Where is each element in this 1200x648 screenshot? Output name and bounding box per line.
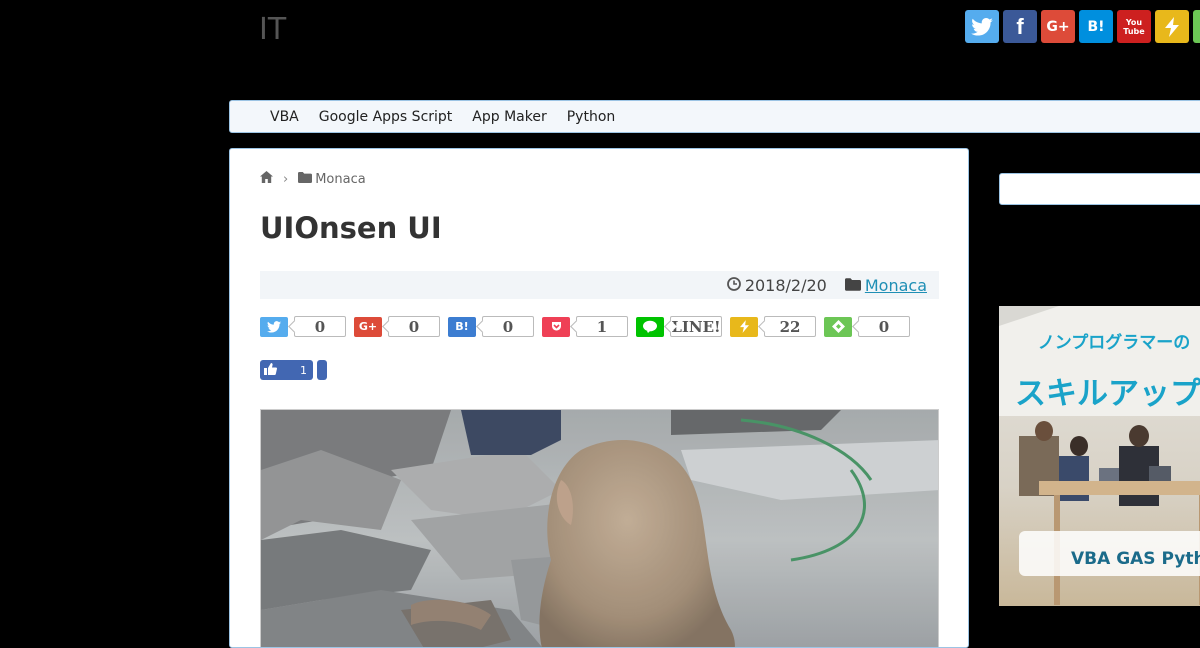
share-feedly[interactable]: 22	[730, 316, 816, 337]
youtube-icon[interactable]: You Tube	[1117, 10, 1151, 43]
google-plus-icon[interactable]: G+	[354, 316, 382, 337]
chevron-right-icon: ›	[283, 171, 289, 187]
share-feedly-follow[interactable]: 0	[824, 316, 910, 337]
share-count-hatena: 0	[482, 316, 534, 337]
share-count-line: LINE!	[670, 316, 722, 337]
hatena-bookmark-icon[interactable]: B!	[1079, 10, 1113, 43]
share-twitter[interactable]: 0	[260, 316, 346, 337]
share-google-plus[interactable]: G+ 0	[354, 316, 440, 337]
facebook-like-button[interactable]: 1	[260, 360, 313, 380]
share-count-feedly: 22	[764, 316, 816, 337]
home-icon[interactable]	[260, 171, 273, 187]
article-title: UIOnsen UI	[260, 211, 442, 245]
article-panel: › Monaca UIOnsen UI 2018/2/20 Monaca 0 G…	[229, 148, 969, 648]
article-category-link[interactable]: Monaca	[865, 276, 927, 295]
share-count-feedly-follow: 0	[858, 316, 910, 337]
breadcrumb: › Monaca	[260, 171, 366, 187]
sidebar-ad-banner[interactable]: ノンプログラマーの スキルアップ VBA GAS Pytho	[999, 306, 1200, 606]
ad-heading: ノンプログラマーの	[1038, 332, 1191, 353]
facebook-share-button[interactable]	[317, 360, 327, 380]
thumbs-up-icon	[264, 362, 277, 378]
nav-item-vba[interactable]: VBA	[270, 109, 299, 125]
hatena-bookmark-icon[interactable]: B!	[448, 316, 476, 337]
share-count-google-plus: 0	[388, 316, 440, 337]
breadcrumb-category-link[interactable]: Monaca	[315, 172, 366, 187]
share-pocket[interactable]: 1	[542, 316, 628, 337]
line-icon[interactable]	[636, 316, 664, 337]
facebook-like-count: 1	[300, 363, 307, 377]
google-plus-icon[interactable]: G+	[1041, 10, 1075, 43]
ad-footer: VBA GAS Pytho	[1071, 549, 1200, 569]
twitter-icon[interactable]	[965, 10, 999, 43]
feedly-follow-icon[interactable]	[1193, 10, 1200, 43]
facebook-like-widget[interactable]: 1	[260, 360, 327, 380]
share-count-twitter: 0	[294, 316, 346, 337]
share-line[interactable]: LINE!	[636, 316, 722, 337]
share-hatena[interactable]: B! 0	[448, 316, 534, 337]
folder-icon	[844, 276, 861, 295]
twitter-icon[interactable]	[260, 316, 288, 337]
nav-item-python[interactable]: Python	[567, 109, 616, 125]
article-date: 2018/2/20	[744, 275, 827, 295]
article-featured-image	[260, 409, 939, 647]
nav-item-app-maker[interactable]: App Maker	[472, 109, 546, 125]
folder-icon	[298, 171, 315, 187]
site-title[interactable]: IT	[259, 12, 286, 47]
facebook-icon[interactable]: f	[1003, 10, 1037, 43]
feedly-lightning-icon[interactable]	[1155, 10, 1189, 43]
main-navigation: VBA Google Apps Script App Maker Python	[229, 100, 1200, 133]
feedly-lightning-icon[interactable]	[730, 316, 758, 337]
share-count-pocket: 1	[576, 316, 628, 337]
header-social-icons: f G+ B! You Tube	[965, 10, 1200, 43]
ad-title: スキルアップ	[1015, 376, 1200, 412]
feedly-follow-icon[interactable]	[824, 316, 852, 337]
article-meta: 2018/2/20 Monaca	[260, 271, 939, 299]
share-buttons: 0 G+ 0 B! 0 1 LINE! 22 0	[260, 316, 918, 337]
clock-icon	[726, 276, 741, 295]
sidebar-search-box[interactable]	[999, 173, 1200, 205]
pocket-icon[interactable]	[542, 316, 570, 337]
nav-item-google-apps-script[interactable]: Google Apps Script	[319, 109, 453, 125]
